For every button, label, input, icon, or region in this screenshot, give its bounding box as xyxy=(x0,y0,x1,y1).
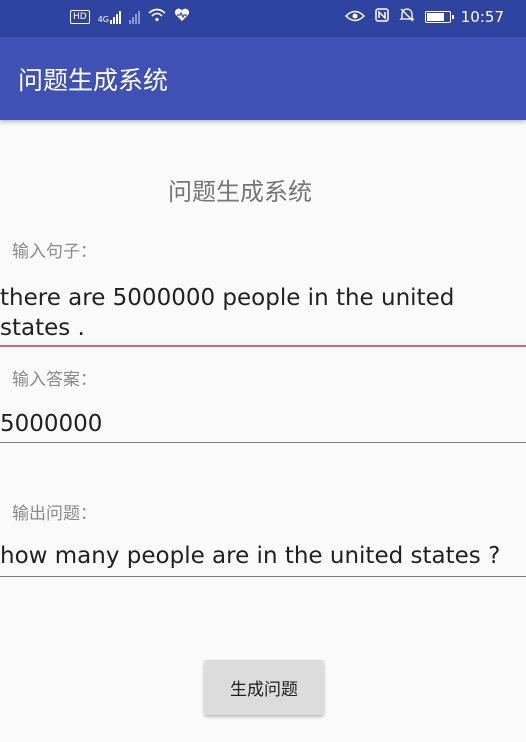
signal-icon xyxy=(129,10,140,24)
app-title: 问题生成系统 xyxy=(18,66,169,95)
sentence-input-value[interactable]: there are 5000000 people in the united s… xyxy=(0,283,526,343)
health-icon xyxy=(174,8,190,26)
eye-icon xyxy=(344,8,365,26)
status-left-icons: HD 4G xyxy=(70,8,190,26)
sentence-input[interactable]: there are 5000000 people in the united s… xyxy=(0,283,526,343)
page-heading: 问题生成系统 xyxy=(168,178,312,206)
output-field[interactable]: how many people are in the united states… xyxy=(0,541,526,571)
sentence-input-underline xyxy=(0,345,526,347)
output-field-underline xyxy=(0,576,526,577)
nfc-icon xyxy=(375,8,389,26)
app-bar: 问题生成系统 xyxy=(0,37,526,120)
sentence-label: 输入句子： xyxy=(12,242,97,262)
answer-label: 输入答案： xyxy=(12,370,97,390)
generate-question-button[interactable]: 生成问题 xyxy=(204,660,324,715)
signal-4g-icon: 4G xyxy=(98,10,121,24)
mute-icon xyxy=(399,8,415,26)
hd-icon: HD xyxy=(70,10,90,24)
answer-input[interactable]: 5000000 xyxy=(0,409,526,439)
wifi-icon xyxy=(148,8,166,26)
status-bar: HD 4G 10:57 xyxy=(0,0,526,37)
answer-input-underline xyxy=(0,442,526,443)
output-label: 输出问题： xyxy=(12,504,97,524)
answer-input-value[interactable]: 5000000 xyxy=(0,409,526,439)
status-right-icons: 10:57 xyxy=(344,8,504,26)
network-type-label: 4G xyxy=(97,15,109,24)
output-field-value[interactable]: how many people are in the united states… xyxy=(0,541,526,571)
battery-icon xyxy=(424,11,454,23)
status-time: 10:57 xyxy=(460,8,504,26)
